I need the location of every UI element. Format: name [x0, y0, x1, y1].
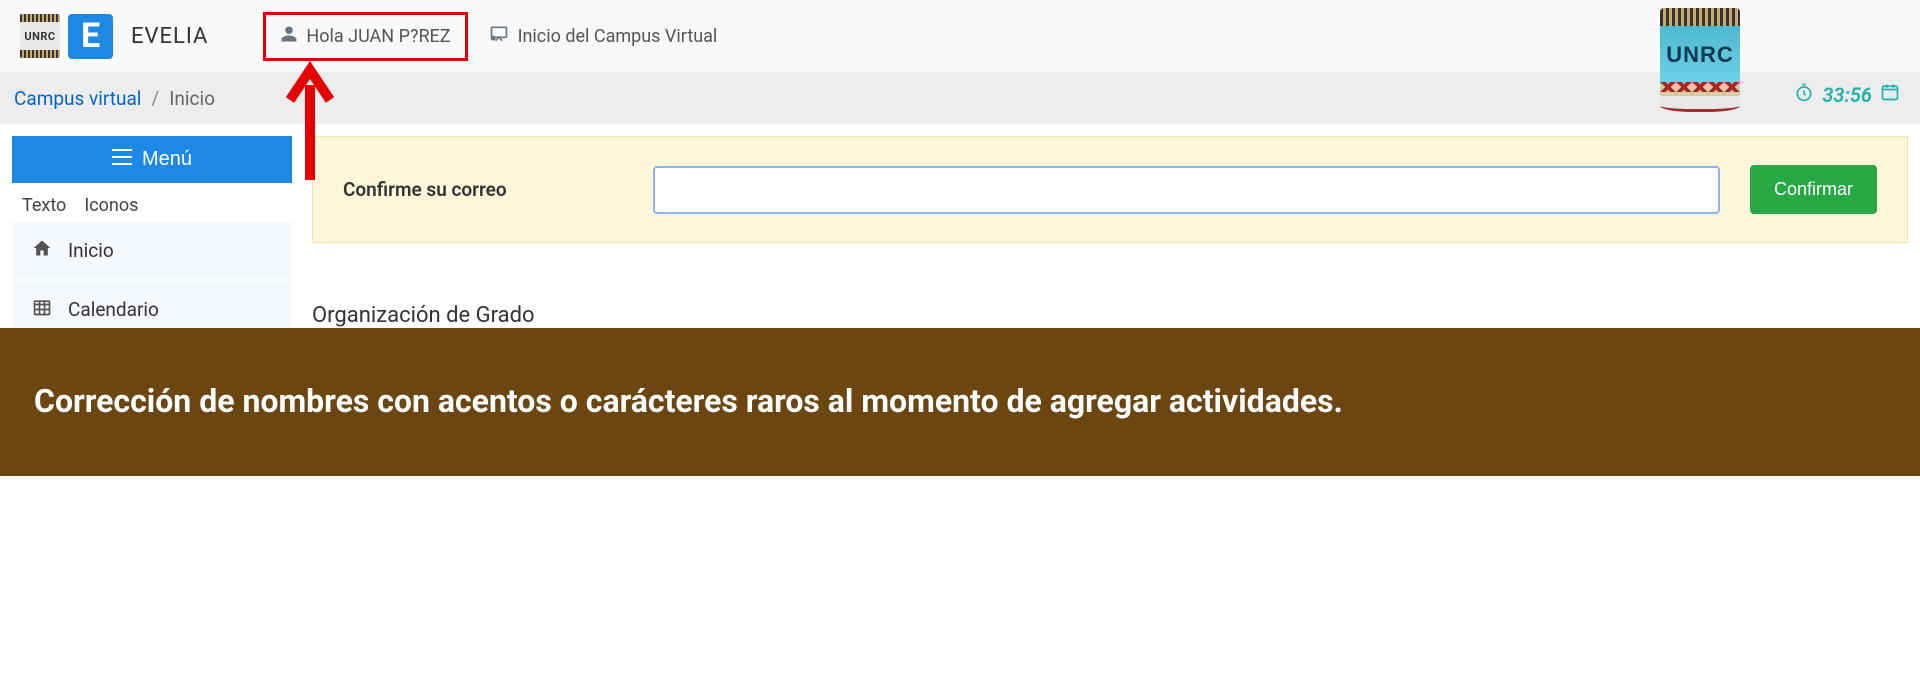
calendar-icon[interactable]	[1880, 82, 1900, 107]
user-icon	[280, 25, 298, 48]
board-icon	[488, 24, 510, 49]
stopwatch-icon	[1794, 82, 1814, 107]
breadcrumb-separator: /	[151, 87, 159, 110]
timer-value: 33:56	[1822, 83, 1872, 107]
tab-iconos[interactable]: Iconos	[84, 195, 138, 216]
shield-text: UNRC	[1660, 26, 1740, 84]
confirm-email-input[interactable]	[653, 166, 1720, 214]
confirm-email-panel: Confirme su correo Confirmar	[312, 136, 1908, 243]
brand-text: EVELIA	[131, 24, 208, 49]
tab-texto[interactable]: Texto	[22, 195, 66, 216]
hamburger-icon	[112, 148, 132, 171]
sidebar-view-tabs: Texto Iconos	[12, 183, 292, 222]
sidebar-item-inicio[interactable]: Inicio	[12, 222, 292, 281]
menu-button-label: Menú	[142, 148, 192, 171]
sidebar-item-label: Calendario	[68, 298, 159, 321]
home-icon	[32, 238, 54, 263]
confirm-email-label: Confirme su correo	[343, 178, 623, 201]
campus-virtual-label: Inicio del Campus Virtual	[518, 26, 718, 47]
breadcrumb: Campus virtual / Inicio	[0, 72, 1920, 124]
unrc-mini-label: UNRC	[20, 22, 60, 50]
session-timer: 33:56	[1794, 82, 1900, 107]
content-area: Confirme su correo Confirmar Organizació…	[312, 136, 1908, 338]
logo-group: UNRC E EVELIA	[20, 14, 208, 59]
user-greeting-text: Hola JUAN P?REZ	[306, 26, 450, 47]
campus-virtual-link[interactable]: Inicio del Campus Virtual	[488, 24, 718, 49]
user-greeting-highlight[interactable]: Hola JUAN P?REZ	[263, 12, 467, 61]
confirm-button[interactable]: Confirmar	[1750, 165, 1877, 214]
evelia-logo-icon: E	[68, 14, 113, 59]
sidebar-item-label: Inicio	[68, 239, 114, 262]
top-header: UNRC E EVELIA Hola JUAN P?REZ Inicio del…	[0, 0, 1920, 72]
menu-button[interactable]: Menú	[12, 136, 292, 183]
breadcrumb-root[interactable]: Campus virtual	[14, 87, 141, 110]
unrc-shield-logo: UNRC	[1660, 8, 1740, 108]
unrc-mini-logo: UNRC	[20, 14, 60, 58]
calendar-grid-icon	[32, 297, 54, 322]
caption-text: Corrección de nombres con acentos o cará…	[34, 380, 1343, 423]
caption-overlay: Corrección de nombres con acentos o cará…	[0, 328, 1920, 476]
breadcrumb-current: Inicio	[169, 87, 215, 110]
